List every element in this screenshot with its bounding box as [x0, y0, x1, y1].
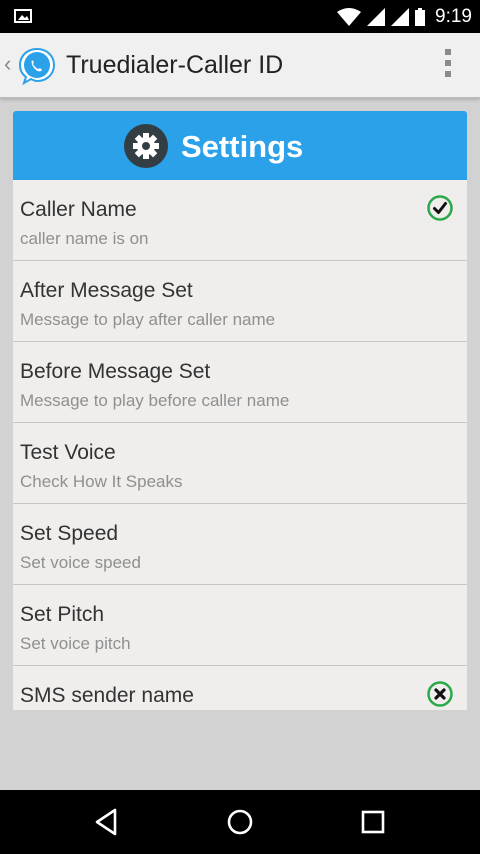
recents-nav-icon[interactable]: [357, 806, 389, 838]
app-title: Truedialer-Caller ID: [66, 51, 284, 79]
check-circle-icon[interactable]: [427, 195, 453, 221]
cell-signal-icon: [391, 7, 410, 26]
pref-sms-sender-name[interactable]: SMS sender name: [13, 666, 467, 710]
pref-title: SMS sender name: [20, 684, 194, 707]
navigation-bar: [0, 790, 480, 854]
cell-signal-icon: [367, 7, 386, 26]
overflow-menu-icon[interactable]: [444, 49, 452, 81]
pref-title: Set Pitch: [20, 603, 105, 626]
pref-caller-name[interactable]: Caller Name caller name is on: [13, 180, 467, 261]
battery-icon: [415, 7, 426, 26]
wifi-icon: [337, 7, 362, 26]
system-icons: 9:19: [337, 0, 472, 33]
back-nav-icon[interactable]: [91, 806, 123, 838]
pref-title: Set Speed: [20, 522, 119, 545]
pref-before-message[interactable]: Before Message Set Message to play befor…: [13, 342, 467, 423]
pref-summary: Message to play before caller name: [20, 391, 290, 410]
status-time: 9:19: [435, 5, 472, 27]
pref-summary: Message to play after caller name: [20, 310, 276, 329]
pref-summary: Set voice speed: [20, 553, 141, 572]
pref-set-pitch[interactable]: Set Pitch Set voice pitch: [13, 585, 467, 666]
pref-test-voice[interactable]: Test Voice Check How It Speaks: [13, 423, 467, 504]
pref-title: After Message Set: [20, 279, 193, 302]
pref-after-message[interactable]: After Message Set Message to play after …: [13, 261, 467, 342]
pref-summary: Set voice pitch: [20, 634, 131, 653]
speech-bubble-logo-icon[interactable]: [18, 47, 56, 85]
pref-title: Caller Name: [20, 198, 137, 221]
home-nav-icon[interactable]: [224, 806, 256, 838]
settings-card: Settings Caller Name caller name is on A…: [13, 111, 467, 710]
image-notification-icon: [14, 9, 32, 23]
pref-title: Test Voice: [20, 441, 116, 464]
pref-summary: caller name is on: [20, 229, 149, 248]
status-bar: 9:19: [0, 0, 480, 33]
pref-set-speed[interactable]: Set Speed Set voice speed: [13, 504, 467, 585]
gear-icon: [124, 124, 168, 168]
cross-circle-icon[interactable]: [427, 681, 453, 707]
app-bar: ‹ Truedialer-Caller ID: [0, 33, 480, 98]
up-caret-icon[interactable]: ‹: [4, 51, 11, 77]
settings-title: Settings: [181, 129, 304, 164]
pref-title: Before Message Set: [20, 360, 211, 383]
settings-header: Settings: [13, 111, 467, 180]
pref-summary: Check How It Speaks: [20, 472, 183, 491]
